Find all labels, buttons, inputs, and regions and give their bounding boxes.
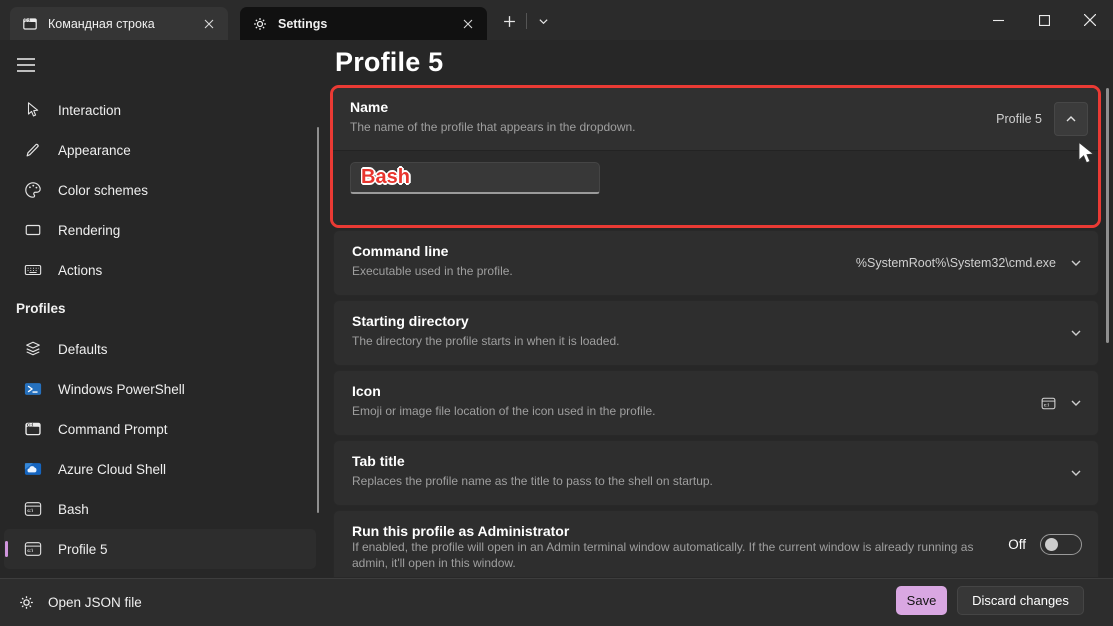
sidebar-item-windows-powershell[interactable]: Windows PowerShell — [4, 369, 316, 409]
toggle-state-label: Off — [1008, 537, 1026, 552]
sidebar-item-label: Bash — [58, 502, 89, 517]
sidebar-item-azure-cloud-shell[interactable]: Azure Cloud Shell — [4, 449, 316, 489]
svg-text:c:\: c:\ — [27, 508, 33, 514]
cmd-window-icon: C:\ — [23, 419, 43, 439]
pen-icon — [23, 140, 43, 160]
setting-title: Command line — [352, 243, 448, 259]
setting-title: Name — [350, 99, 388, 115]
name-current-value: Profile 5 — [996, 112, 1042, 126]
setting-subtitle: Emoji or image file location of the icon… — [352, 404, 656, 418]
admin-toggle-switch[interactable] — [1040, 534, 1082, 555]
setting-subtitle: The name of the profile that appears in … — [350, 120, 636, 134]
windows-terminal-settings-window: C:\ Командная строка Settings — [0, 0, 1113, 626]
tab-settings[interactable]: Settings — [240, 7, 487, 40]
setting-subtitle: Replaces the profile name as the title t… — [352, 474, 713, 488]
starting-directory-setting-card[interactable]: Starting directory The directory the pro… — [333, 300, 1099, 366]
chevron-down-icon[interactable] — [1070, 397, 1082, 409]
toggle-knob — [1045, 538, 1058, 551]
tab-label: Settings — [278, 17, 327, 31]
sidebar-item-bash[interactable]: c:\ Bash — [4, 489, 316, 529]
collapse-button[interactable] — [1054, 102, 1088, 136]
page-title: Profile 5 — [335, 47, 443, 78]
tab-label: Командная строка — [48, 17, 155, 31]
sidebar-item-label: Command Prompt — [58, 422, 168, 437]
display-icon — [23, 220, 43, 240]
sidebar-item-label: Interaction — [58, 103, 121, 118]
setting-title: Tab title — [352, 453, 405, 469]
sidebar-scrollbar[interactable] — [317, 127, 319, 513]
sidebar-item-actions[interactable]: Actions — [4, 250, 316, 290]
profile-name-input[interactable] — [350, 162, 600, 194]
sidebar-item-label: Rendering — [58, 223, 120, 238]
save-button[interactable]: Save — [896, 586, 947, 615]
azure-cloud-icon — [23, 459, 43, 479]
discard-changes-button[interactable]: Discard changes — [957, 586, 1084, 615]
close-icon[interactable] — [457, 13, 479, 35]
name-expander-body — [333, 151, 1098, 225]
cmd-outline-icon: c:\ — [23, 539, 43, 559]
setting-title: Run this profile as Administrator — [352, 523, 569, 539]
command-line-setting-card[interactable]: Command line Executable used in the prof… — [333, 230, 1099, 296]
cmd-outline-icon: c:\ — [1041, 396, 1056, 411]
new-tab-button[interactable] — [497, 9, 521, 33]
svg-text:C:\: C:\ — [27, 422, 34, 428]
tab-title-setting-card[interactable]: Tab title Replaces the profile name as t… — [333, 440, 1099, 506]
minimize-button[interactable] — [975, 0, 1021, 40]
chevron-down-icon[interactable] — [1070, 257, 1082, 269]
main-scrollbar[interactable] — [1106, 88, 1109, 343]
selected-indicator — [5, 541, 8, 557]
setting-subtitle: If enabled, the profile will open in an … — [352, 539, 992, 571]
gear-icon — [252, 16, 268, 32]
keyboard-icon — [23, 260, 43, 280]
svg-text:C:\: C:\ — [24, 17, 31, 22]
setting-title: Icon — [352, 383, 381, 399]
close-window-button[interactable] — [1067, 0, 1113, 40]
sidebar-item-color-schemes[interactable]: Color schemes — [4, 170, 316, 210]
sidebar-item-label: Actions — [58, 263, 102, 278]
setting-subtitle: Executable used in the profile. — [352, 264, 513, 278]
name-setting-card-annotated: Name The name of the profile that appear… — [330, 85, 1101, 228]
icon-setting-card[interactable]: Icon Emoji or image file location of the… — [333, 370, 1099, 436]
cmd-window-icon: C:\ — [22, 16, 38, 32]
footer-bar: Open JSON file Save Discard changes — [0, 578, 1113, 626]
sidebar-item-label: Profile 5 — [58, 542, 108, 557]
setting-title: Starting directory — [352, 313, 469, 329]
command-line-value: %SystemRoot%\System32\cmd.exe — [856, 256, 1056, 270]
sidebar-item-interaction[interactable]: Interaction — [4, 90, 316, 130]
gear-icon — [18, 594, 35, 611]
sidebar-item-appearance[interactable]: Appearance — [4, 130, 316, 170]
sidebar-item-label: Defaults — [58, 342, 108, 357]
sidebar-item-defaults[interactable]: Defaults — [4, 329, 316, 369]
palette-icon — [23, 180, 43, 200]
open-json-file-label: Open JSON file — [48, 595, 142, 610]
chevron-up-icon — [1065, 113, 1077, 125]
sidebar-item-label: Appearance — [58, 143, 131, 158]
sidebar-item-label: Windows PowerShell — [58, 382, 185, 397]
svg-text:c:\: c:\ — [1044, 402, 1050, 407]
sidebar-item-label: Azure Cloud Shell — [58, 462, 166, 477]
chevron-down-icon[interactable] — [1070, 467, 1082, 479]
sidebar-item-command-prompt[interactable]: C:\ Command Prompt — [4, 409, 316, 449]
sidebar-item-rendering[interactable]: Rendering — [4, 210, 316, 250]
close-icon[interactable] — [198, 13, 220, 35]
cursor-icon — [23, 100, 43, 120]
powershell-icon — [23, 379, 43, 399]
cmd-outline-icon: c:\ — [23, 499, 43, 519]
chevron-down-icon[interactable] — [1070, 327, 1082, 339]
layers-icon — [23, 339, 43, 359]
tab-command-prompt[interactable]: C:\ Командная строка — [10, 7, 228, 40]
sidebar-item-profile-5[interactable]: c:\ Profile 5 — [4, 529, 316, 569]
name-expander-header[interactable]: Name The name of the profile that appear… — [333, 88, 1098, 151]
divider — [526, 13, 527, 29]
hamburger-menu-icon[interactable] — [12, 52, 40, 78]
tab-dropdown-button[interactable] — [531, 9, 555, 33]
titlebar: C:\ Командная строка Settings — [0, 0, 1113, 40]
maximize-button[interactable] — [1021, 0, 1067, 40]
setting-subtitle: The directory the profile starts in when… — [352, 334, 619, 348]
svg-text:c:\: c:\ — [27, 548, 33, 554]
sidebar-item-label: Color schemes — [58, 183, 148, 198]
open-json-file-button[interactable]: Open JSON file — [18, 579, 142, 626]
profiles-section-header: Profiles — [16, 301, 66, 316]
run-as-admin-setting-card[interactable]: Run this profile as Administrator If ena… — [333, 510, 1099, 578]
